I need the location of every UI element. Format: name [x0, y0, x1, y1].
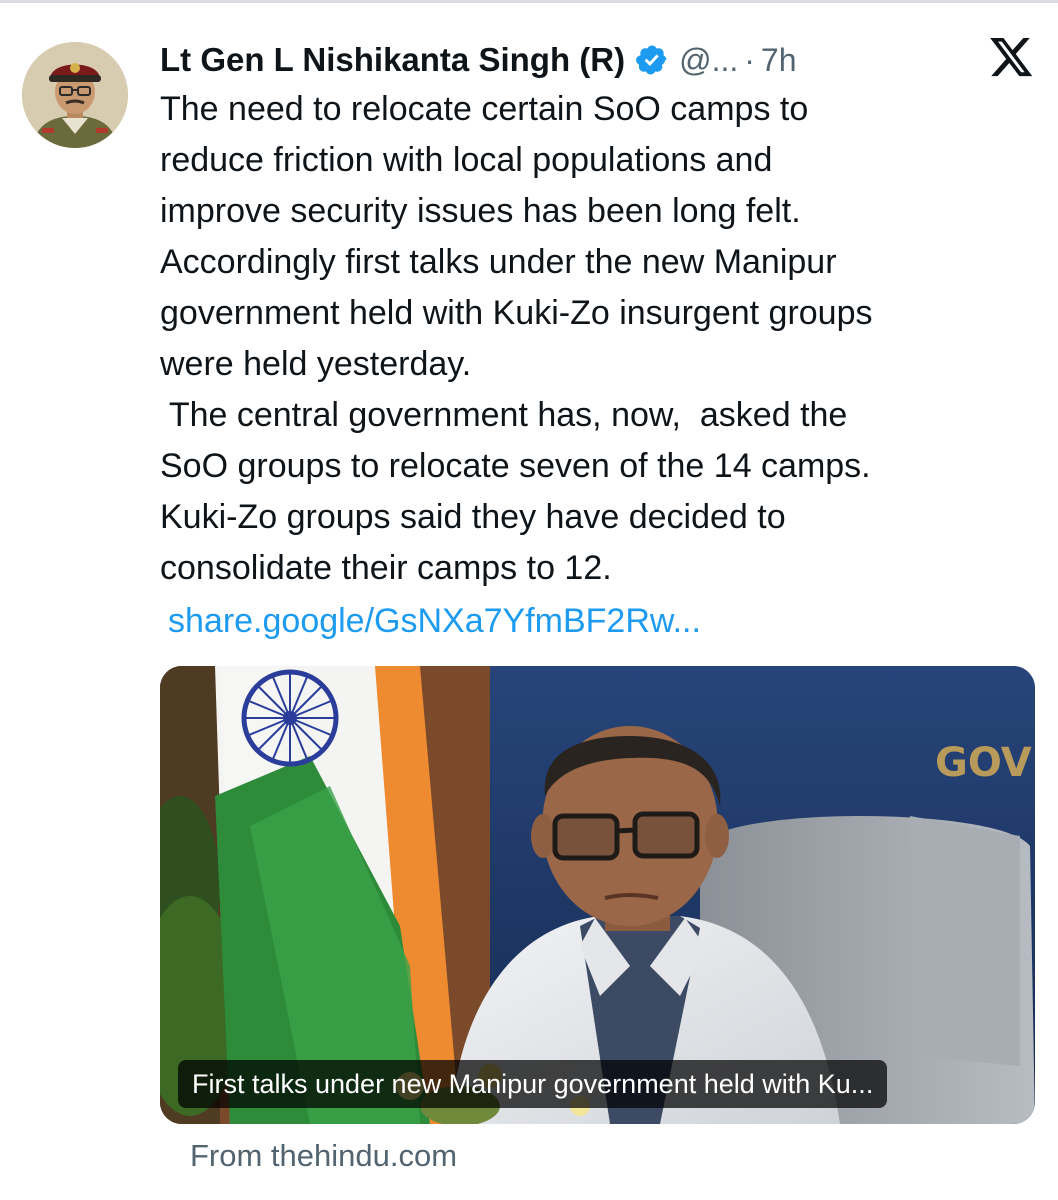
article-photo: GOV — [160, 666, 1035, 1124]
tweet-text-line: Kuki-Zo groups said they have decided to — [160, 498, 786, 536]
tweet-text-line: improve security issues has been long fe… — [160, 192, 801, 230]
card-source[interactable]: From thehindu.com — [190, 1134, 457, 1178]
tweet-header: Lt Gen L Nishikanta Singh (R) @... · 7h — [160, 38, 796, 82]
tweet-text-line: The central government has, now, asked t… — [160, 396, 848, 434]
tweet-text-line: were held yesterday. — [160, 345, 472, 383]
avatar-portrait-icon — [22, 42, 128, 148]
tweet-timestamp[interactable]: 7h — [761, 42, 797, 79]
tweet-text-line: SoO groups to relocate seven of the 14 c… — [160, 447, 871, 485]
verified-badge-icon — [635, 43, 669, 77]
backdrop-sign-text: GOV — [935, 740, 1032, 786]
header-separator: · — [744, 41, 755, 78]
tweet-text-line: Accordingly first talks under the new Ma… — [160, 243, 837, 281]
tweet-text-line: consolidate their camps to 12. — [160, 549, 612, 587]
tweet-text-line: The need to relocate certain SoO camps t… — [160, 90, 809, 128]
author-handle[interactable]: @... — [679, 42, 738, 79]
avatar[interactable] — [22, 42, 128, 148]
card-title[interactable]: First talks under new Manipur government… — [178, 1060, 888, 1108]
tweet-link[interactable]: share.google/GsNXa7YfmBF2Rw... — [168, 596, 701, 647]
tweet-text-line: government held with Kuki-Zo insurgent g… — [160, 294, 873, 332]
tweet-text: The need to relocate certain SoO camps t… — [160, 84, 1040, 594]
link-preview-card[interactable]: GOV First talks under new Manipur govern… — [160, 666, 1035, 1124]
tweet-text-line: reduce friction with local populations a… — [160, 141, 773, 179]
author-display-name[interactable]: Lt Gen L Nishikanta Singh (R) — [160, 41, 625, 79]
x-logo-icon[interactable] — [990, 38, 1034, 78]
top-border — [0, 0, 1058, 3]
